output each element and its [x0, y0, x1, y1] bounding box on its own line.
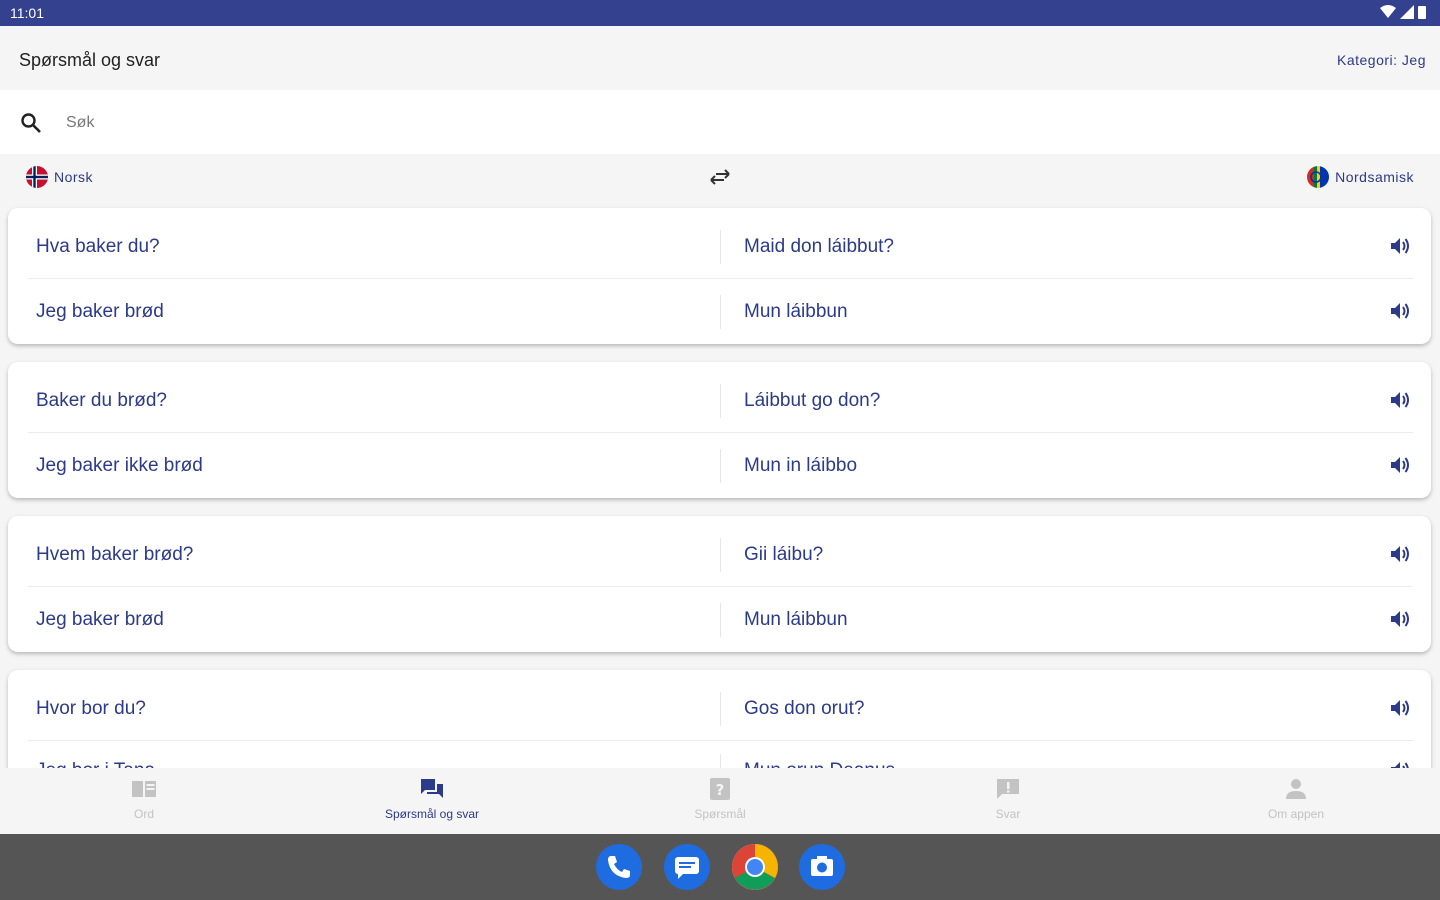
nav-ord[interactable]: Ord	[44, 778, 244, 821]
phone-app[interactable]	[596, 844, 642, 890]
question-icon: ?	[710, 778, 730, 800]
column-divider	[720, 603, 721, 637]
svg-text:?: ?	[716, 781, 725, 799]
message-icon	[675, 857, 699, 879]
sami-text: Mun láibbun	[744, 609, 848, 630]
sami-text: Mun in láibbo	[744, 455, 858, 476]
source-language[interactable]: Norsk	[26, 166, 93, 188]
search-input[interactable]	[64, 108, 1368, 138]
speaker-icon[interactable]	[1389, 698, 1411, 718]
speaker-icon[interactable]	[1389, 760, 1411, 768]
wifi-icon	[1380, 5, 1396, 18]
qa-row[interactable]: Hvor bor du? Gos don orut?	[8, 676, 1431, 740]
qa-card: Hvem baker brød? Gii láibu? Jeg baker br…	[8, 516, 1431, 652]
chrome-icon	[732, 844, 778, 890]
qa-row[interactable]: Hvem baker brød? Gii láibu?	[8, 522, 1431, 586]
sami-text: Gos don orut?	[744, 698, 865, 719]
norwegian-text: Jeg baker ikke brød	[36, 455, 203, 476]
target-language-label: Nordsamisk	[1335, 169, 1414, 185]
target-language[interactable]: Nordsamisk	[1307, 166, 1414, 188]
column-divider	[720, 538, 721, 572]
qa-card: Hva baker du? Maid don láibbut? Jeg bake…	[8, 208, 1431, 344]
source-language-label: Norsk	[54, 169, 94, 185]
battery-icon	[1418, 6, 1426, 19]
qa-list: Hva baker du? Maid don láibbut? Jeg bake…	[0, 202, 1440, 768]
status-bar: 11:01	[0, 0, 1440, 26]
norwegian-text: Hva baker du?	[36, 236, 160, 257]
column-divider	[720, 384, 721, 418]
qa-row[interactable]: Jeg baker brød Mun láibbun	[8, 279, 1431, 343]
chat-icon	[421, 779, 443, 798]
qa-row[interactable]: Baker du brød? Láibbut go don?	[8, 368, 1431, 432]
sami-flag-icon	[1307, 166, 1330, 188]
column-divider	[720, 692, 721, 726]
person-icon	[1286, 779, 1306, 799]
status-icons	[1380, 5, 1426, 19]
camera-icon	[811, 856, 833, 876]
search-bar	[0, 90, 1440, 154]
speaker-icon[interactable]	[1389, 544, 1411, 564]
column-divider	[720, 295, 721, 329]
sami-text: Mun láibbun	[744, 301, 848, 322]
swap-icon[interactable]	[708, 166, 732, 188]
category-label[interactable]: Kategori: Jeg	[1337, 52, 1426, 68]
nav-label: Om appen	[1267, 807, 1325, 821]
nav-label: Ord	[133, 807, 154, 821]
column-divider	[720, 449, 721, 483]
chrome-app[interactable]	[732, 844, 778, 890]
bottom-navigation: Ord Spørsmål og svar ? Spørsmål Svar Om …	[0, 768, 1440, 834]
norwegian-text: Jeg bor i Tana	[36, 760, 155, 768]
norwegian-text: Jeg baker brød	[36, 609, 164, 630]
search-icon	[21, 113, 41, 133]
nav-svar[interactable]: Svar	[908, 778, 1108, 821]
status-time: 11:01	[10, 5, 44, 21]
nav-label: Spørsmål og svar	[384, 807, 480, 821]
sami-text: Maid don láibbut?	[744, 236, 894, 257]
system-dock	[0, 834, 1440, 900]
qa-row[interactable]: Jeg baker ikke brød Mun in láibbo	[8, 433, 1431, 497]
nav-om-appen[interactable]: Om appen	[1196, 778, 1396, 821]
exclamation-icon	[997, 779, 1019, 799]
speaker-icon[interactable]	[1389, 609, 1411, 629]
column-divider	[720, 754, 721, 768]
sami-text: Gii láibu?	[744, 544, 824, 565]
sami-text: Láibbut go don?	[744, 390, 881, 411]
column-divider	[720, 230, 721, 264]
sami-text: Mun orun Deanus	[744, 760, 895, 768]
qa-row[interactable]: Jeg bor i Tana Mun orun Deanus	[8, 738, 1431, 768]
qa-card: Hvor bor du? Gos don orut? Jeg bor i Tan…	[8, 670, 1431, 768]
qa-row[interactable]: Jeg baker brød Mun láibbun	[8, 587, 1431, 651]
phone-icon	[608, 856, 630, 878]
norwegian-text: Baker du brød?	[36, 390, 167, 411]
book-icon	[132, 781, 156, 797]
signal-icon	[1400, 5, 1414, 19]
speaker-icon[interactable]	[1389, 236, 1411, 256]
norwegian-text: Jeg baker brød	[36, 301, 164, 322]
camera-app[interactable]	[799, 844, 845, 890]
speaker-icon[interactable]	[1389, 390, 1411, 410]
nav-sporsmal-og-svar[interactable]: Spørsmål og svar	[332, 778, 532, 821]
norway-flag-icon	[26, 166, 48, 188]
nav-label: Svar	[995, 807, 1021, 821]
norwegian-text: Hvem baker brød?	[36, 544, 194, 565]
nav-sporsmal[interactable]: ? Spørsmål	[620, 778, 820, 821]
speaker-icon[interactable]	[1389, 455, 1411, 475]
page-title: Spørsmål og svar	[19, 50, 161, 70]
norwegian-text: Hvor bor du?	[36, 698, 146, 719]
messages-app[interactable]	[664, 844, 710, 890]
speaker-icon[interactable]	[1389, 301, 1411, 321]
app-bar: Spørsmål og svar Kategori: Jeg	[0, 26, 1440, 90]
nav-label: Spørsmål	[694, 807, 746, 821]
qa-row[interactable]: Hva baker du? Maid don láibbut?	[8, 214, 1431, 278]
qa-card: Baker du brød? Láibbut go don? Jeg baker…	[8, 362, 1431, 498]
